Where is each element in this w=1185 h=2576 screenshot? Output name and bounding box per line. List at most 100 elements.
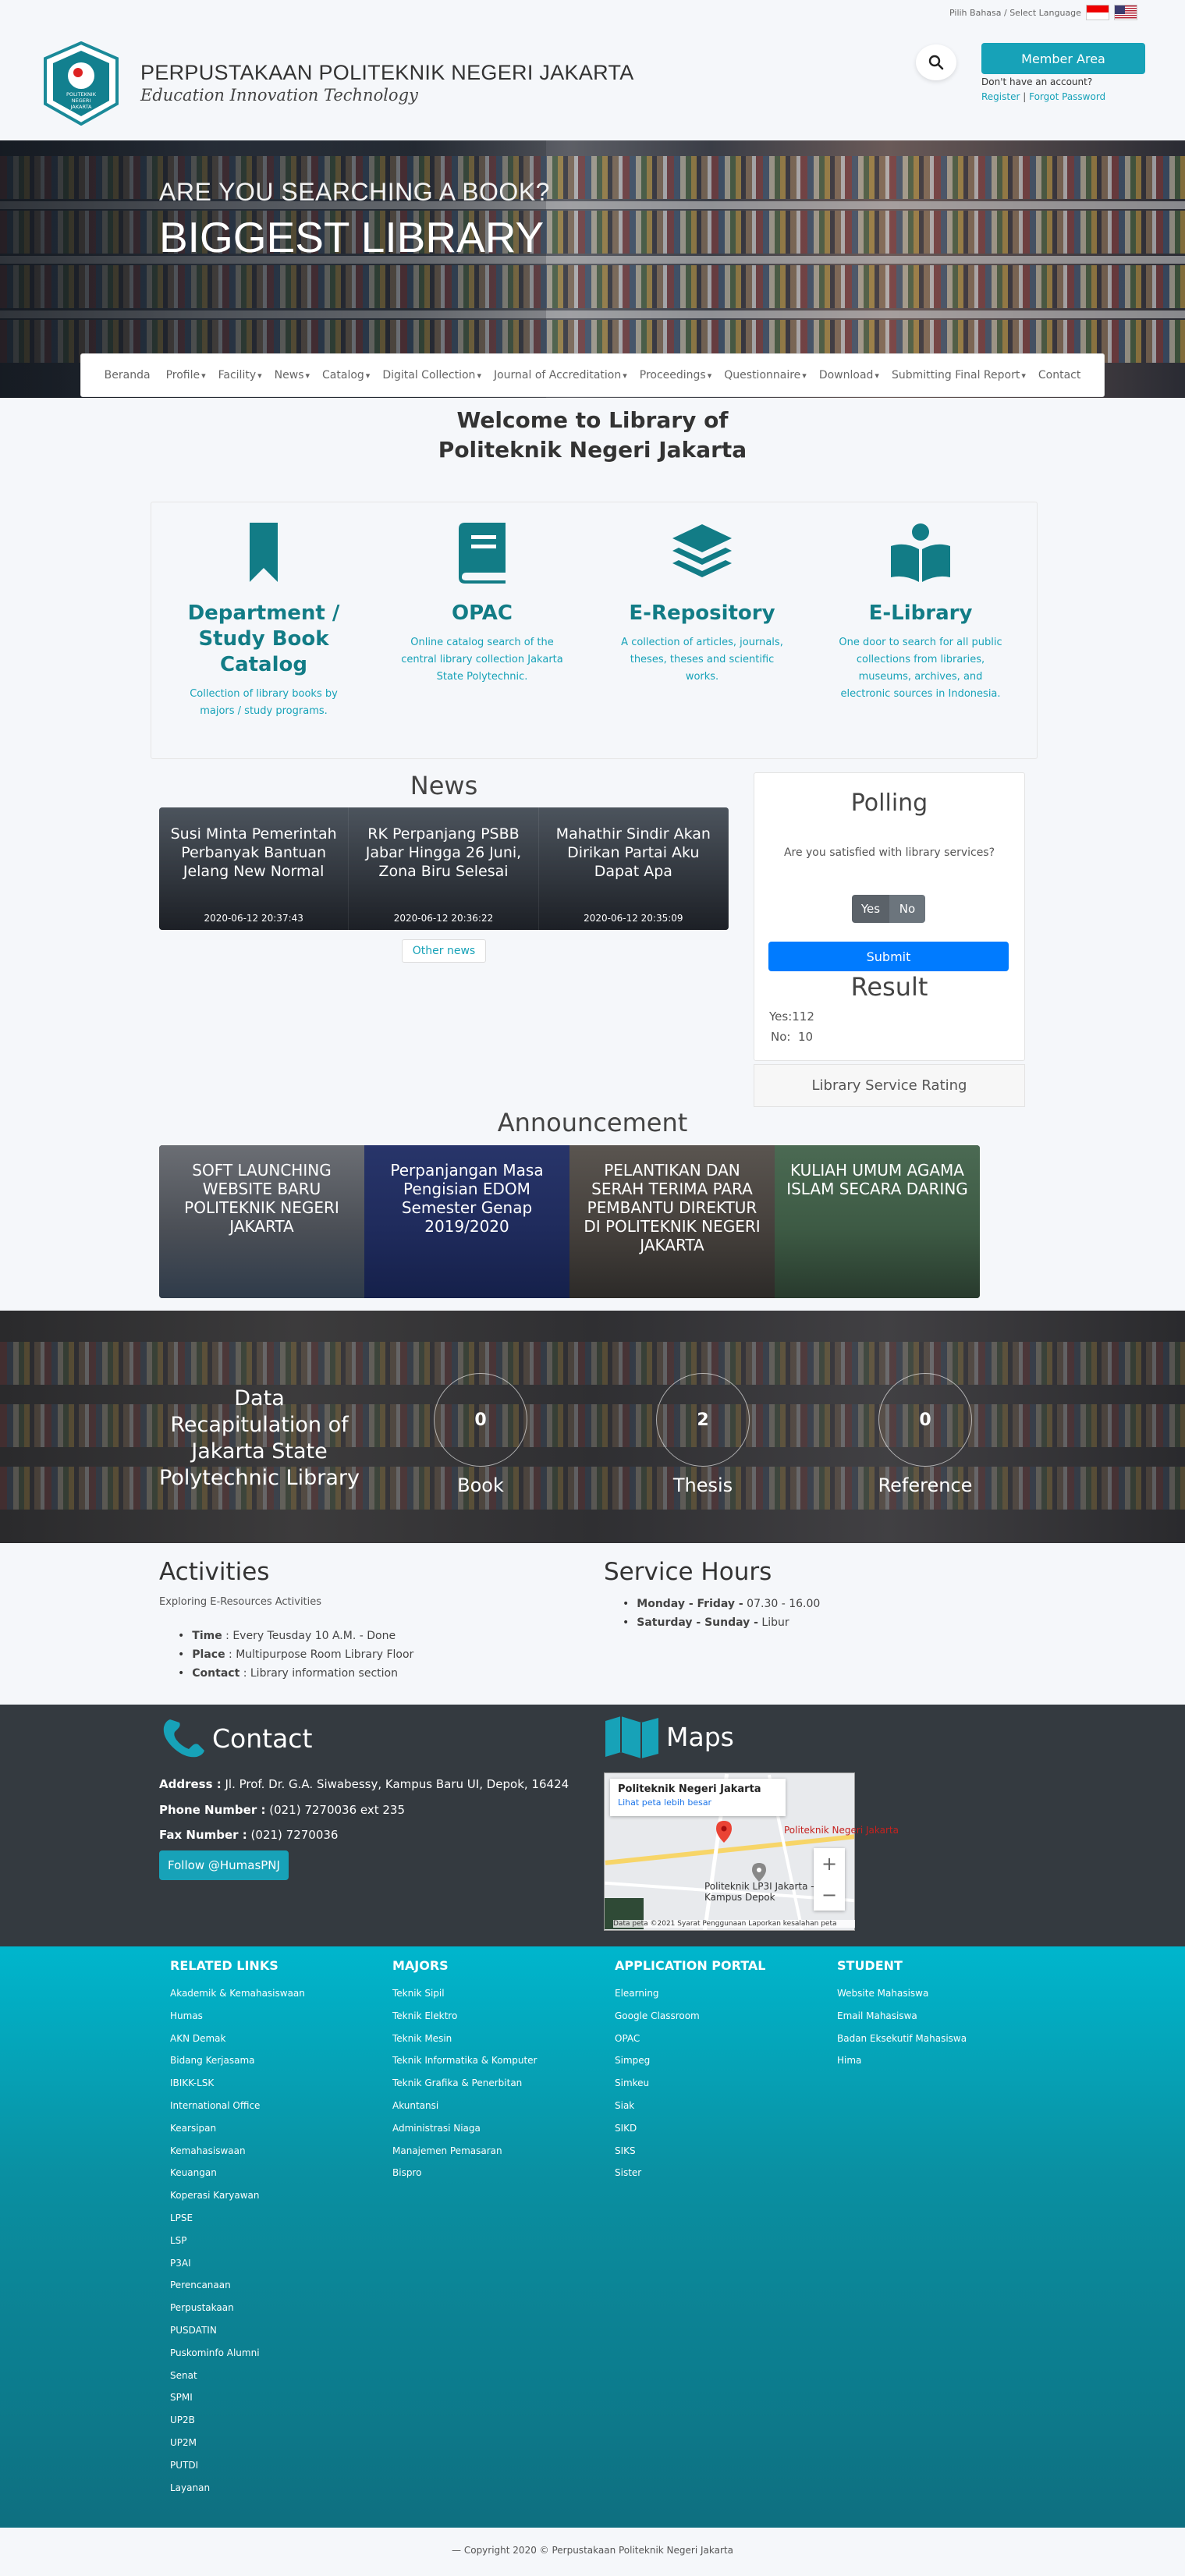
footer-link[interactable]: SPMI <box>170 2386 305 2409</box>
footer-link[interactable]: LSP <box>170 2230 305 2252</box>
footer-link[interactable]: Humas <box>170 2005 305 2028</box>
result-no-count: No: 10 <box>771 1030 814 1044</box>
footer-link[interactable]: OPAC <box>615 2028 765 2050</box>
footer-link[interactable]: Website Mahasiswa <box>837 1982 967 2005</box>
news-title[interactable]: Mahathir Sindir Akan Dirikan Partai Aku … <box>550 825 717 881</box>
announcement-title[interactable]: KULIAH UMUM AGAMA ISLAM SECARA DARING <box>786 1161 968 1198</box>
announcement-card[interactable]: Perpanjangan Masa Pengisian EDOM Semeste… <box>364 1145 569 1298</box>
footer-link[interactable]: Elearning <box>615 1982 765 2005</box>
zoom-in-button[interactable]: + <box>821 1853 837 1875</box>
footer-link[interactable]: Email Mahasiswa <box>837 2005 967 2028</box>
footer-link[interactable]: Teknik Elektro <box>392 2005 537 2028</box>
nav-item-facility[interactable]: Facility <box>211 369 264 381</box>
news-title[interactable]: RK Perpanjang PSBB Jabar Hingga 26 Juni,… <box>360 825 527 881</box>
footer-link[interactable]: Keuangan <box>170 2162 305 2184</box>
feature-title[interactable]: Department / Study Book Catalog <box>178 601 349 678</box>
search-button[interactable] <box>916 44 956 80</box>
footer-link[interactable]: Teknik Sipil <box>392 1982 537 2005</box>
footer-link[interactable]: Akademik & Kemahasiswaan <box>170 1982 305 2005</box>
footer-link[interactable]: Simkeu <box>615 2072 765 2095</box>
footer-link[interactable]: Perpustakaan <box>170 2297 305 2319</box>
poll-submit-button[interactable]: Submit <box>768 942 1009 971</box>
footer-link[interactable]: PUSDATIN <box>170 2319 305 2342</box>
flag-english-icon[interactable] <box>1113 5 1137 20</box>
footer-link[interactable]: UP2M <box>170 2432 305 2454</box>
nav-item-profile[interactable]: Profile <box>158 369 208 381</box>
nav-item-catalog[interactable]: Catalog <box>314 369 372 381</box>
footer-link[interactable]: Koperasi Karyawan <box>170 2184 305 2207</box>
footer-link[interactable]: PUTDI <box>170 2454 305 2477</box>
footer-link[interactable]: SIKD <box>615 2117 765 2140</box>
feature-e-library[interactable]: E-Library One door to search for all pub… <box>835 521 1006 703</box>
zoom-out-button[interactable]: − <box>821 1884 837 1906</box>
nav-item-beranda[interactable]: Beranda <box>97 369 158 381</box>
larger-map-link[interactable]: Lihat peta lebih besar <box>618 1797 778 1808</box>
announcement-title[interactable]: PELANTIKAN DAN SERAH TERIMA PARA PEMBANT… <box>584 1161 760 1254</box>
news-card[interactable]: Mahathir Sindir Akan Dirikan Partai Aku … <box>538 807 729 930</box>
follow-humas-button[interactable]: Follow @HumasPNJ <box>159 1850 289 1880</box>
footer-link[interactable]: Siak <box>615 2095 765 2117</box>
nav-item-journal-of-accreditation[interactable]: Journal of Accreditation <box>486 369 629 381</box>
register-link[interactable]: Register <box>981 91 1020 102</box>
poll-yes-button[interactable]: Yes <box>852 895 889 923</box>
member-area-button[interactable]: Member Area <box>981 43 1145 74</box>
footer-link[interactable]: Badan Eksekutif Mahasiswa <box>837 2028 967 2050</box>
feature-title[interactable]: E-Repository <box>616 601 788 626</box>
footer-link[interactable]: AKN Demak <box>170 2028 305 2050</box>
nav-item-download[interactable]: Download <box>811 369 882 381</box>
footer-link[interactable]: Sister <box>615 2162 765 2184</box>
footer-link[interactable]: Senat <box>170 2365 305 2387</box>
flag-indonesia-icon[interactable] <box>1085 5 1109 20</box>
news-card[interactable]: RK Perpanjang PSBB Jabar Hingga 26 Juni,… <box>349 807 539 930</box>
footer-link[interactable]: Administrasi Niaga <box>392 2117 537 2140</box>
footer-link[interactable]: IBIKK-LSK <box>170 2072 305 2095</box>
caret-down-icon: ▾ <box>875 370 879 381</box>
news-title[interactable]: Susi Minta Pemerintah Perbanyak Bantuan … <box>170 825 337 881</box>
footer-link[interactable]: Layanan <box>170 2477 305 2500</box>
nav-item-digital-collection[interactable]: Digital Collection <box>374 369 483 381</box>
footer-link[interactable]: Teknik Mesin <box>392 2028 537 2050</box>
news-card[interactable]: Susi Minta Pemerintah Perbanyak Bantuan … <box>159 807 349 930</box>
poi-pin-icon[interactable] <box>752 1863 766 1882</box>
footer-link[interactable]: Teknik Grafika & Penerbitan <box>392 2072 537 2095</box>
nav-item-contact[interactable]: Contact <box>1031 369 1088 381</box>
forgot-password-link[interactable]: Forgot Password <box>1029 91 1105 102</box>
footer-link[interactable]: Simpeg <box>615 2049 765 2072</box>
announcement-title[interactable]: Perpanjangan Masa Pengisian EDOM Semeste… <box>390 1161 543 1236</box>
footer-link[interactable]: Akuntansi <box>392 2095 537 2117</box>
nav-item-submitting-final-report[interactable]: Submitting Final Report <box>884 369 1027 381</box>
announcement-card[interactable]: KULIAH UMUM AGAMA ISLAM SECARA DARING <box>775 1145 980 1298</box>
pnj-logo[interactable]: POLITEKNIK NEGERI JAKARTA <box>39 41 123 126</box>
footer-link[interactable]: Kemahasiswaan <box>170 2140 305 2163</box>
footer-link[interactable]: Perencanaan <box>170 2274 305 2297</box>
library-service-rating[interactable]: Library Service Rating <box>754 1064 1025 1107</box>
site-title[interactable]: PERPUSTAKAAN POLITEKNIK NEGERI JAKARTA <box>140 61 634 85</box>
feature-opac[interactable]: OPAC Online catalog search of the centra… <box>396 521 568 686</box>
feature-e-repository[interactable]: E-Repository A collection of articles, j… <box>616 521 788 686</box>
footer-link[interactable]: International Office <box>170 2095 305 2117</box>
footer-column-heading: STUDENT <box>837 1958 903 1973</box>
footer-link[interactable]: LPSE <box>170 2207 305 2230</box>
footer-link[interactable]: Kearsipan <box>170 2117 305 2140</box>
feature-title[interactable]: OPAC <box>396 601 568 626</box>
announcement-title[interactable]: SOFT LAUNCHING WEBSITE BARU POLITEKNIK N… <box>184 1161 339 1236</box>
footer-link[interactable]: UP2B <box>170 2409 305 2432</box>
footer-link[interactable]: Bidang Kerjasama <box>170 2049 305 2072</box>
footer-link[interactable]: Hima <box>837 2049 967 2072</box>
announcement-card[interactable]: PELANTIKAN DAN SERAH TERIMA PARA PEMBANT… <box>569 1145 775 1298</box>
other-news-button[interactable]: Other news <box>402 939 486 963</box>
poll-no-button[interactable]: No <box>889 895 925 923</box>
nav-item-proceedings[interactable]: Proceedings <box>632 369 714 381</box>
footer-link[interactable]: Google Classroom <box>615 2005 765 2028</box>
feature-study-catalog[interactable]: Department / Study Book Catalog Collecti… <box>178 521 349 720</box>
footer-link[interactable]: P3AI <box>170 2252 305 2275</box>
footer-link[interactable]: SIKS <box>615 2140 765 2163</box>
map-pin-icon[interactable] <box>716 1821 732 1843</box>
nav-item-questionnaire[interactable]: Questionnaire <box>716 369 808 381</box>
feature-title[interactable]: E-Library <box>835 601 1006 626</box>
footer-link[interactable]: Puskominfo Alumni <box>170 2342 305 2365</box>
footer-link[interactable]: Teknik Informatika & Komputer <box>392 2049 537 2072</box>
footer-link[interactable]: Manajemen Pemasaran <box>392 2140 537 2163</box>
footer-link[interactable]: Bispro <box>392 2162 537 2184</box>
announcement-card[interactable]: SOFT LAUNCHING WEBSITE BARU POLITEKNIK N… <box>159 1145 364 1298</box>
